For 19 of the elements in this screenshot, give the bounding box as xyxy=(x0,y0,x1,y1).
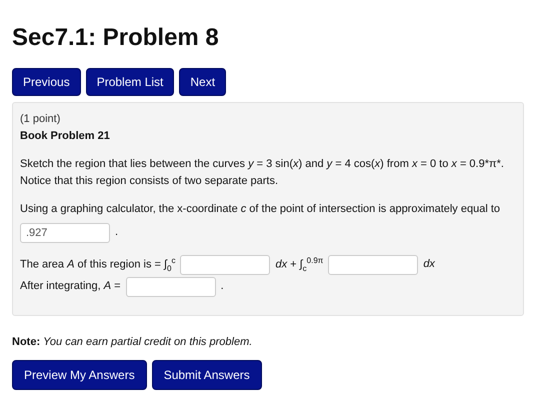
submit-button[interactable]: Preview My Answers xyxy=(12,360,147,390)
question-text: . xyxy=(115,225,118,240)
answer-field[interactable] xyxy=(328,254,418,274)
problem-statement: Sketch the region that lies between the curves y = 3 sin(x) and y = 4 cos(x) from x = 0 to x = 0.9*π*. Notice that this region consists of two separate parts. xyxy=(20,157,505,188)
page-title: Sec7.1: Problem 8 xyxy=(12,24,220,52)
nav-button[interactable]: Previous xyxy=(12,68,81,96)
points-label: (1 point) xyxy=(20,112,62,127)
answer-field[interactable]: .927 xyxy=(20,222,110,242)
nav-button[interactable]: Next xyxy=(179,68,226,96)
answer-field[interactable] xyxy=(126,276,216,296)
question-text: After integrating, A = xyxy=(20,279,121,294)
nav-button[interactable]: Problem List xyxy=(86,68,174,96)
question-text: . xyxy=(220,279,224,294)
note-text: Note: You can earn partial credit on this problem. xyxy=(12,336,254,348)
question-text: Using a graphing calculator, the x-coordinate c of the point of intersection is approximately equal to xyxy=(20,202,500,217)
question-text: dx xyxy=(423,257,435,272)
submit-button[interactable]: Submit Answers xyxy=(152,360,262,390)
problem-heading: Book Problem 21 xyxy=(20,128,111,144)
answer-field[interactable] xyxy=(180,254,270,274)
